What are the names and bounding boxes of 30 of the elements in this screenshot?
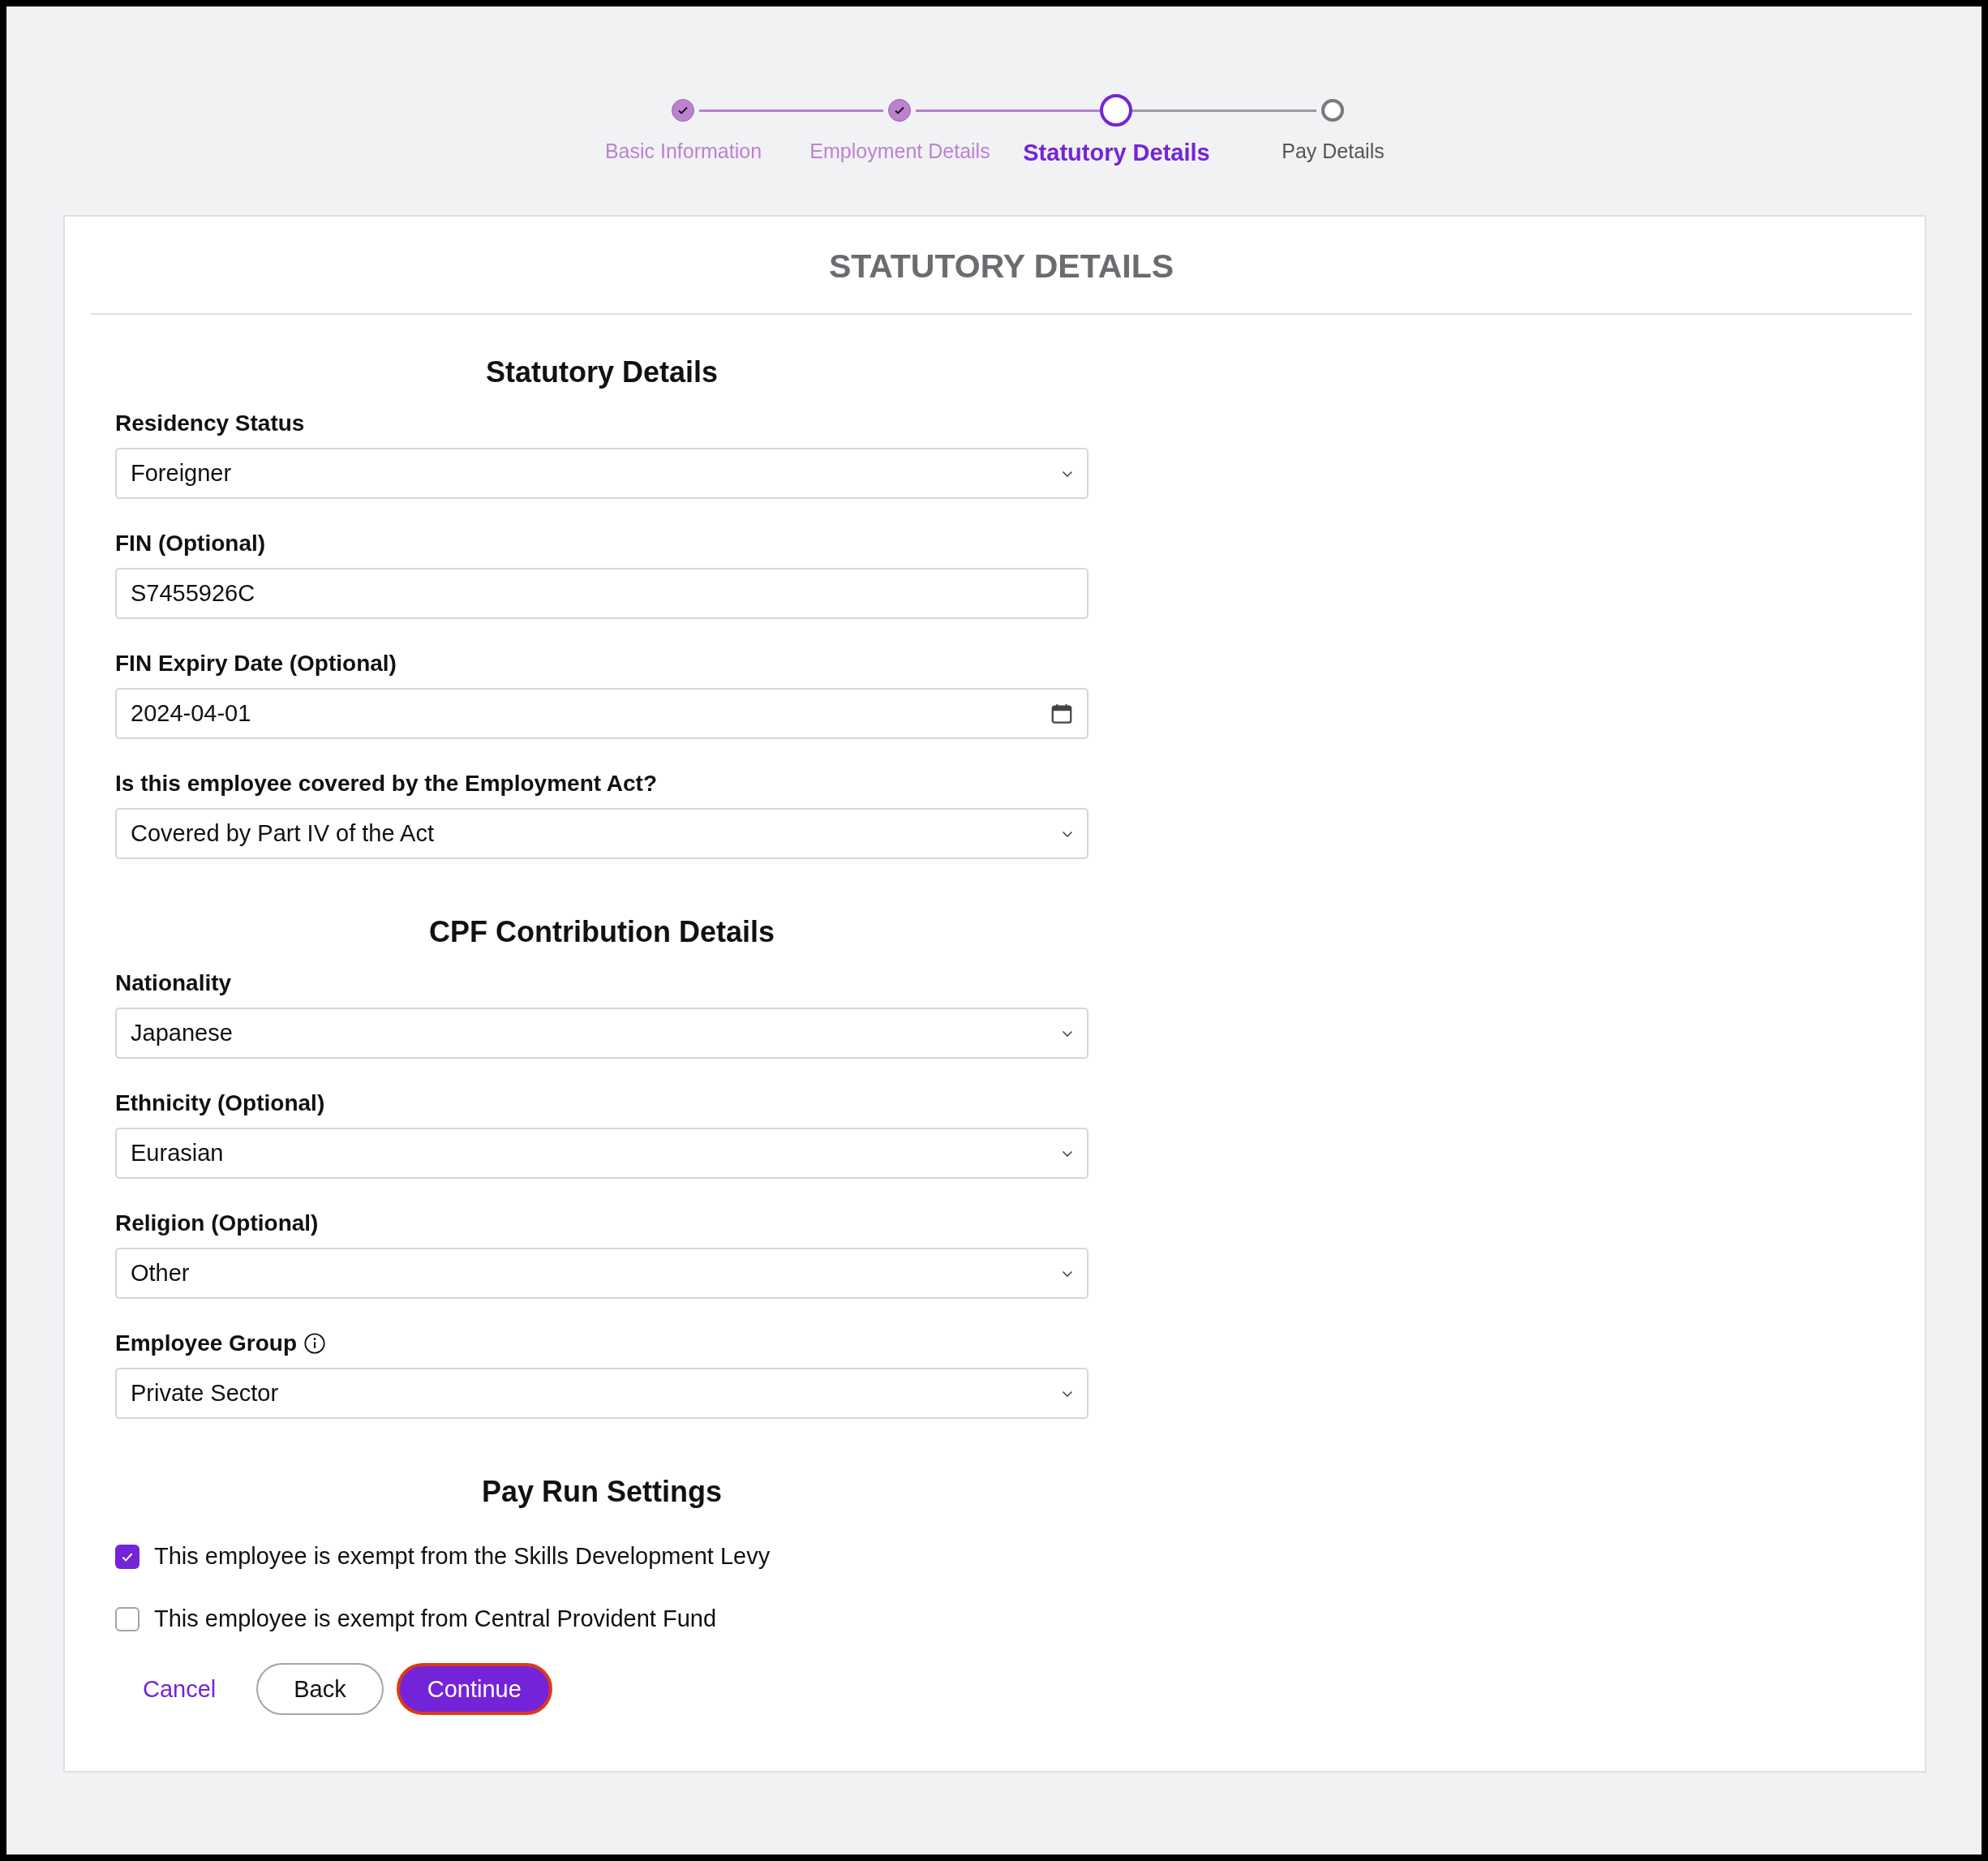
checkbox-label: This employee is exempt from Central Provident Fund bbox=[154, 1605, 717, 1632]
section-heading: Statutory Details bbox=[484, 355, 719, 390]
input-field[interactable]: S7455926C bbox=[115, 568, 1088, 619]
dropdown-field[interactable]: Foreigner bbox=[115, 448, 1088, 499]
card-title: STATUTORY DETAILS bbox=[827, 247, 1175, 286]
dropdown-field[interactable]: Private Sector bbox=[115, 1368, 1088, 1419]
section-heading: CPF Contribution Details bbox=[428, 914, 775, 950]
checkbox[interactable] bbox=[115, 1544, 140, 1569]
field-label: Religion (Optional) bbox=[115, 1210, 319, 1236]
back-button[interactable]: Back bbox=[256, 1663, 384, 1715]
cancel-link[interactable]: Cancel bbox=[115, 1663, 244, 1715]
section-heading: Pay Run Settings bbox=[480, 1474, 723, 1510]
field-label: Employee Group bbox=[115, 1330, 298, 1356]
dropdown-field[interactable]: Eurasian bbox=[115, 1128, 1088, 1179]
step-label[interactable]: Pay Details bbox=[1282, 140, 1385, 166]
field-label: FIN Expiry Date (Optional) bbox=[115, 651, 397, 677]
field-label: Is this employee covered by the Employment Act? bbox=[115, 771, 658, 797]
field-label: Nationality bbox=[115, 970, 232, 996]
dropdown-field[interactable]: Japanese bbox=[115, 1008, 1088, 1059]
field-label: Ethnicity (Optional) bbox=[115, 1090, 325, 1116]
step-label[interactable]: Statutory Details bbox=[1023, 140, 1210, 166]
field-label: Residency Status bbox=[115, 410, 305, 436]
continue-button[interactable]: Continue bbox=[396, 1663, 552, 1715]
dropdown-field[interactable]: Other bbox=[115, 1248, 1088, 1299]
field-label: FIN (Optional) bbox=[115, 531, 266, 557]
checkbox[interactable] bbox=[115, 1606, 140, 1631]
info-icon[interactable] bbox=[303, 1332, 327, 1355]
checkbox-label: This employee is exempt from the Skills Development Levy bbox=[154, 1543, 771, 1570]
dropdown-field[interactable]: Covered by Part IV of the Act bbox=[115, 808, 1088, 859]
date-field[interactable]: 2024-04-01 bbox=[115, 688, 1088, 739]
